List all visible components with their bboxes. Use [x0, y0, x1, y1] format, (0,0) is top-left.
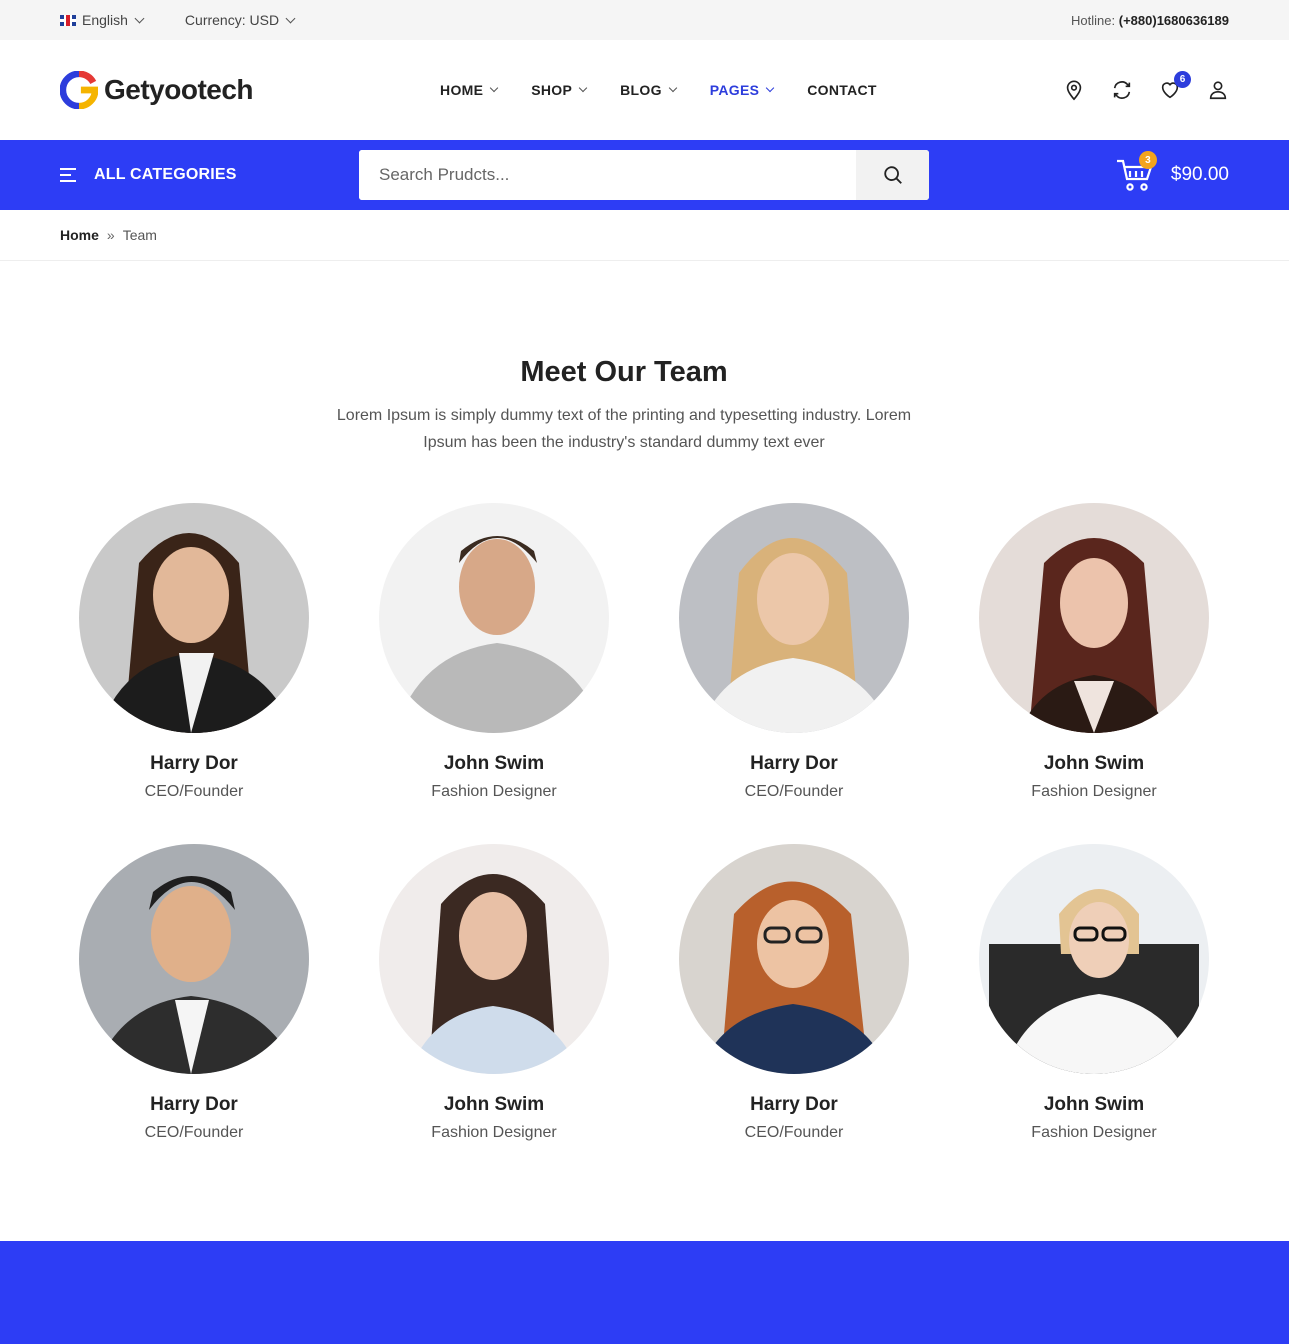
- nav-shop-label: SHOP: [531, 82, 573, 98]
- page-title: Meet Our Team: [520, 356, 728, 388]
- chevron-down-icon: [766, 83, 775, 93]
- currency-label: Currency: USD: [184, 12, 280, 28]
- category-search-bar: ALL CATEGORIES 3 $90.00: [0, 140, 1289, 210]
- chevron-down-icon: [134, 13, 145, 23]
- wishlist-count-badge: 6: [1174, 71, 1191, 88]
- chevron-down-icon: [489, 83, 499, 93]
- nav-contact-label: CONTACT: [807, 82, 877, 98]
- footer-band: [0, 1241, 1289, 1344]
- team-member-photo: [79, 503, 309, 733]
- nav-pages-label: PAGES: [709, 82, 760, 98]
- team-member-name: Harry Dor: [750, 1094, 838, 1115]
- team-member-card: John Swim Fashion Designer: [944, 503, 1244, 801]
- main-header: Getyootech HOME SHOP BLOG PAGES CONTACT: [0, 40, 1289, 140]
- site-logo[interactable]: Getyootech: [60, 71, 254, 109]
- team-member-card: John Swim Fashion Designer: [944, 844, 1244, 1142]
- header-icons: 6: [1063, 71, 1229, 101]
- section-description: Lorem Ipsum is simply dummy text of the …: [336, 407, 912, 451]
- team-member-photo: [79, 844, 309, 1074]
- team-member-role: CEO/Founder: [144, 1124, 244, 1141]
- main-nav: HOME SHOP BLOG PAGES CONTACT: [440, 82, 877, 98]
- logo-mark-icon: [60, 71, 98, 109]
- team-grid: Harry Dor CEO/Founder John Swim Fashion …: [44, 503, 1244, 1142]
- search-box: [359, 150, 929, 200]
- map-pin-icon[interactable]: [1063, 79, 1085, 101]
- hotline-number[interactable]: (+880)1680636189: [1119, 13, 1229, 28]
- team-member-photo: [679, 503, 909, 733]
- team-member-role: CEO/Founder: [744, 783, 844, 800]
- team-member-role: Fashion Designer: [1031, 783, 1157, 800]
- hotline: Hotline: (+880)1680636189: [1071, 13, 1229, 28]
- search-icon: [883, 166, 902, 184]
- team-member-card: Harry Dor CEO/Founder: [44, 844, 344, 1142]
- all-categories-button[interactable]: ALL CATEGORIES: [60, 166, 237, 184]
- all-categories-label: ALL CATEGORIES: [94, 166, 237, 183]
- nav-blog-label: BLOG: [620, 82, 662, 98]
- team-member-role: Fashion Designer: [431, 783, 557, 800]
- team-member-card: Harry Dor CEO/Founder: [644, 503, 944, 801]
- chevron-down-icon: [285, 13, 296, 23]
- team-member-card: John Swim Fashion Designer: [344, 844, 644, 1142]
- cart-icon-wrap: 3: [1115, 151, 1157, 193]
- team-member-name: Harry Dor: [750, 753, 838, 774]
- top-bar: English Currency: USD Hotline: (+880)168…: [0, 0, 1289, 40]
- breadcrumb-home-link[interactable]: Home: [60, 227, 99, 243]
- team-member-name: John Swim: [443, 753, 545, 774]
- team-member-name: John Swim: [1043, 753, 1145, 774]
- language-label: English: [82, 12, 128, 28]
- search-button[interactable]: [856, 150, 929, 200]
- wishlist-button[interactable]: 6: [1159, 71, 1191, 101]
- team-member-role: Fashion Designer: [1031, 1124, 1157, 1141]
- nav-contact[interactable]: CONTACT: [807, 82, 877, 98]
- chevron-down-icon: [578, 83, 588, 93]
- chevron-down-icon: [668, 83, 678, 93]
- team-member-card: Harry Dor CEO/Founder: [44, 503, 344, 801]
- team-member-name: Harry Dor: [150, 753, 238, 774]
- logo-text: Getyootech: [104, 74, 254, 105]
- uk-flag-icon: [60, 14, 76, 26]
- nav-home[interactable]: HOME: [440, 82, 499, 98]
- hotline-label: Hotline:: [1071, 12, 1116, 28]
- team-member-name: John Swim: [443, 1094, 545, 1115]
- cart-button[interactable]: 3 $90.00: [1115, 151, 1229, 193]
- search-input[interactable]: [359, 150, 856, 200]
- refresh-icon[interactable]: [1111, 79, 1133, 101]
- team-member-card: Harry Dor CEO/Founder: [644, 844, 944, 1142]
- currency-selector[interactable]: Currency: USD: [184, 12, 296, 28]
- team-member-role: CEO/Founder: [744, 1124, 844, 1141]
- cart-total: $90.00: [1170, 164, 1229, 185]
- breadcrumb-separator: »: [106, 227, 115, 243]
- nav-blog[interactable]: BLOG: [620, 82, 678, 98]
- cart-count-badge: 3: [1138, 151, 1157, 169]
- team-member-name: John Swim: [1043, 1094, 1145, 1115]
- team-member-photo: [679, 844, 909, 1074]
- team-member-role: Fashion Designer: [431, 1124, 557, 1141]
- user-icon[interactable]: [1207, 79, 1229, 101]
- team-member-photo: [379, 844, 609, 1074]
- team-member-role: CEO/Founder: [144, 783, 244, 800]
- nav-pages[interactable]: PAGES: [709, 82, 775, 98]
- breadcrumb: Home » Team: [0, 210, 1289, 261]
- team-member-photo: [979, 844, 1209, 1074]
- language-selector[interactable]: English: [60, 12, 145, 28]
- breadcrumb-current: Team: [122, 227, 157, 243]
- team-member-photo: [379, 503, 609, 733]
- team-member-photo: [979, 503, 1209, 733]
- team-member-card: John Swim Fashion Designer: [344, 503, 644, 801]
- nav-home-label: HOME: [440, 82, 484, 98]
- hamburger-icon: [60, 168, 76, 182]
- nav-shop[interactable]: SHOP: [531, 82, 588, 98]
- team-member-name: Harry Dor: [150, 1094, 238, 1115]
